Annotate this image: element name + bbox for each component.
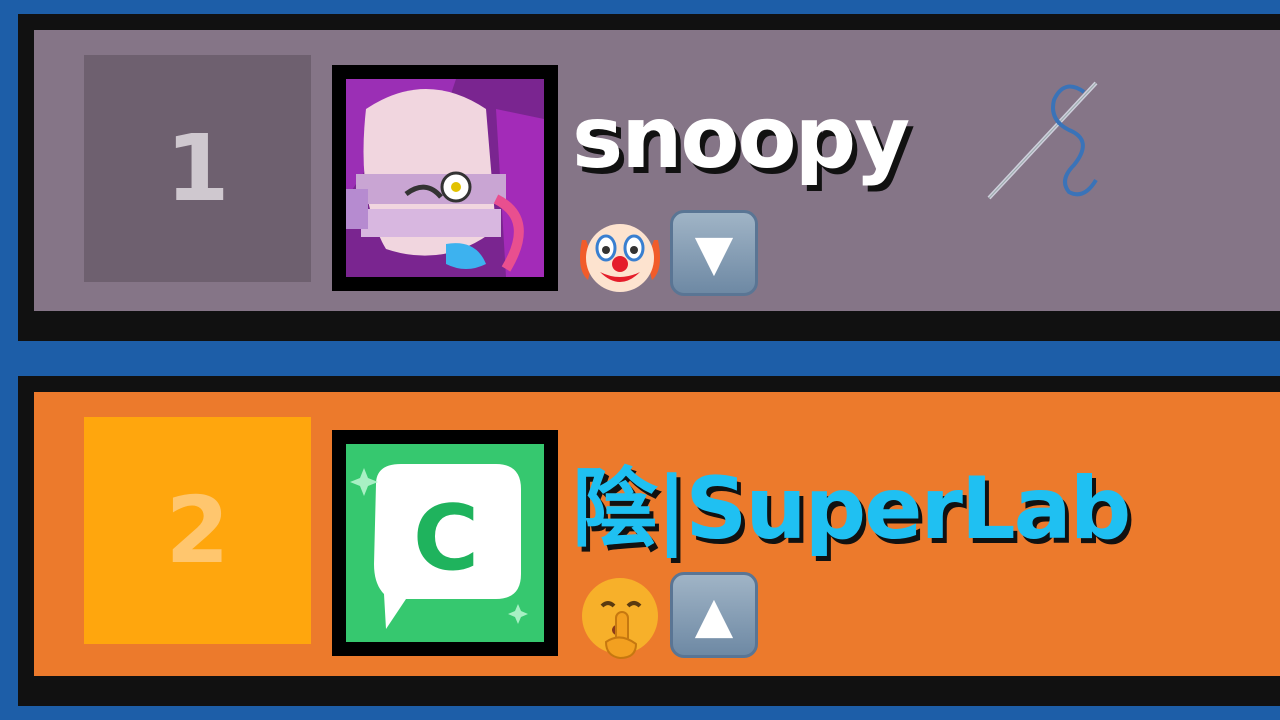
trend-glyph: ▼ [694, 224, 734, 282]
row-background: 1 snoopy ▼ [34, 30, 1280, 311]
needle-thread-icon [984, 80, 1124, 224]
rank-number: 1 [165, 115, 230, 222]
rank-number: 2 [165, 477, 230, 584]
player-name: 陰|SuperLab [572, 459, 1131, 559]
leaderboard-row-1[interactable]: 1 snoopy ▼ [18, 14, 1280, 341]
trend-glyph: ▲ [694, 586, 734, 644]
player-avatar[interactable] [332, 65, 558, 291]
clown-face-icon [576, 210, 664, 298]
leaderboard-row-2[interactable]: 2 C 陰|SuperLab ▲ [18, 376, 1280, 706]
status-row: ▲ [576, 572, 758, 660]
rank-down-icon: ▼ [670, 210, 758, 296]
row-background: 2 C 陰|SuperLab ▲ [34, 392, 1280, 676]
avatar-emz-icon [346, 79, 544, 277]
rank-badge: 2 [84, 417, 311, 644]
rank-badge: 1 [84, 55, 311, 282]
shushing-face-icon [576, 572, 664, 660]
avatar-creator-code-icon: C [346, 444, 544, 642]
player-name: snoopy [572, 88, 910, 188]
rank-up-icon: ▲ [670, 572, 758, 658]
svg-text:C: C [413, 486, 479, 591]
player-avatar[interactable]: C [332, 430, 558, 656]
status-row: ▼ [576, 210, 758, 298]
